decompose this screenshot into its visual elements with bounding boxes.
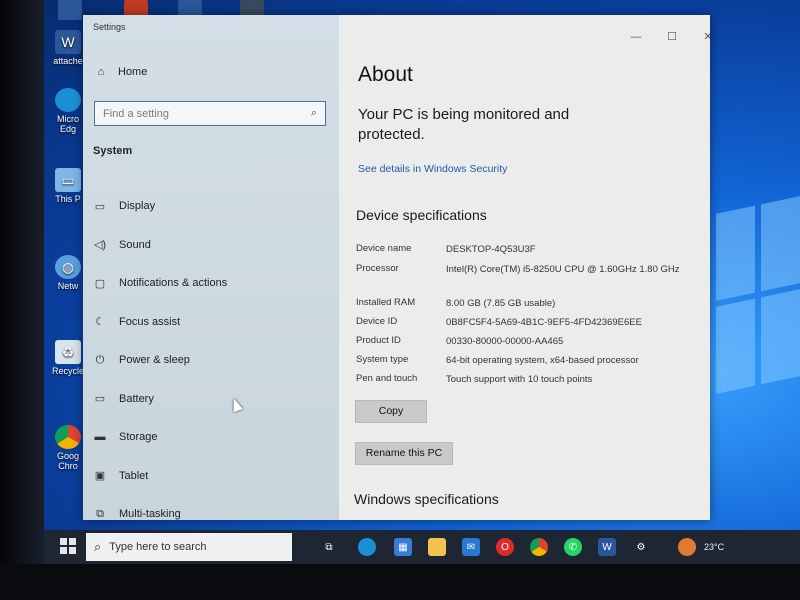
settings-window: Settings ⌂ Home ⌕ System ▭ Display ◁) So… <box>83 15 710 520</box>
settings-icon[interactable]: ⚙ <box>632 538 650 556</box>
spec-value: Intel(R) Core(TM) i5-8250U CPU @ 1.60GHz… <box>446 264 680 275</box>
power-icon: ⏻ <box>95 353 105 366</box>
copy-button[interactable]: Copy <box>355 400 427 423</box>
start-button[interactable] <box>60 538 76 554</box>
rename-pc-button[interactable]: Rename this PC <box>355 442 453 465</box>
device-specs-heading: Device specifications <box>356 207 487 223</box>
nav-item-sound[interactable]: ◁) Sound <box>93 226 323 265</box>
whatsapp-icon[interactable]: ✆ <box>564 538 582 556</box>
about-content: — ☐ ✕ About Your PC is being monitored a… <box>339 15 710 520</box>
nav-list: ▭ Display ◁) Sound ▢ Notifications & act… <box>93 187 323 520</box>
opera-icon[interactable]: O <box>496 538 514 556</box>
spec-value: DESKTOP-4Q53U3F <box>446 244 536 255</box>
desktop-icon-edge[interactable]: Micro Edg <box>50 88 86 134</box>
nav-item-battery[interactable]: ▭ Battery <box>93 380 323 419</box>
chrome-icon[interactable] <box>530 538 548 556</box>
nav-item-label: Display <box>119 200 156 213</box>
nav-item-focus-assist[interactable]: ☾ Focus assist <box>93 303 323 342</box>
network-icon: ◍ <box>55 255 81 279</box>
taskbar-search-placeholder: Type here to search <box>109 541 207 553</box>
spec-value: Touch support with 10 touch points <box>446 374 593 385</box>
chrome-icon <box>55 425 81 449</box>
multitasking-icon: ⧉ <box>96 507 104 520</box>
temperature[interactable]: 23°C <box>704 542 724 552</box>
weather-icon[interactable] <box>678 538 696 556</box>
security-status-message: Your PC is being monitored and protected… <box>358 106 570 143</box>
file-explorer-icon[interactable] <box>428 538 446 556</box>
desktop-icon-recycle-bin[interactable]: ♻ Recycle <box>50 340 86 376</box>
minimize-button[interactable]: — <box>625 29 647 45</box>
maximize-button[interactable]: ☐ <box>661 29 683 45</box>
search-input[interactable] <box>103 107 293 120</box>
start-icon <box>60 538 67 545</box>
monitor-bottom-bezel <box>0 564 800 600</box>
nav-item-power-sleep[interactable]: ⏻ Power & sleep <box>93 341 323 380</box>
nav-item-storage[interactable]: ▬ Storage <box>93 418 323 457</box>
spec-value: 8.00 GB (7.85 GB usable) <box>446 298 556 309</box>
spec-key: Device ID <box>356 316 398 327</box>
nav-item-tablet[interactable]: ▣ Tablet <box>93 457 323 496</box>
nav-home-label: Home <box>118 66 148 78</box>
spec-value: 64-bit operating system, x64-based proce… <box>446 355 639 366</box>
desktop-icon-chrome[interactable]: Goog Chro <box>50 425 86 471</box>
spec-key: System type <box>356 354 409 365</box>
word-icon[interactable]: W <box>598 538 616 556</box>
mail-icon[interactable]: ✉ <box>462 538 480 556</box>
computer-icon: ▭ <box>55 168 81 192</box>
window-title: Settings <box>93 22 126 32</box>
nav-item-label: Tablet <box>119 469 149 482</box>
spec-value: 0B8FC5F4-5A69-4B1C-9EF5-4FD42369E6EE <box>446 317 642 328</box>
spec-key: Installed RAM <box>356 297 416 308</box>
nav-item-label: Sound <box>119 238 151 251</box>
windows-security-link[interactable]: See details in Windows Security <box>358 163 507 175</box>
desktop-icon-network[interactable]: ◍ Netw <box>50 255 86 291</box>
desktop-icon-attachment[interactable]: W attache <box>50 30 86 66</box>
spec-value: 00330-80000-00000-AA465 <box>446 336 564 347</box>
storage-icon: ▬ <box>94 431 106 444</box>
edge-icon[interactable] <box>358 538 376 556</box>
home-icon: ⌂ <box>97 66 105 78</box>
close-button[interactable]: ✕ <box>697 29 710 45</box>
nav-item-multitasking[interactable]: ⧉ Multi-tasking <box>93 495 323 520</box>
nav-item-label: Notifications & actions <box>119 277 228 290</box>
recycle-bin-icon: ♻ <box>55 340 81 364</box>
task-view-icon[interactable]: ⧉ <box>320 538 338 556</box>
display-icon: ▭ <box>94 200 106 213</box>
nav-home[interactable]: ⌂ Home <box>94 65 148 79</box>
moon-icon: ☾ <box>95 316 105 329</box>
nav-item-label: Focus assist <box>119 315 181 328</box>
word-icon: W <box>55 30 81 54</box>
windows-wallpaper-logo <box>716 196 800 394</box>
speaker-icon: ◁) <box>93 239 107 252</box>
page-title: About <box>358 63 413 86</box>
desktop-icon-this-pc[interactable]: ▭ This P <box>50 168 86 204</box>
windows-specs-heading: Windows specifications <box>354 491 499 507</box>
store-icon[interactable]: ▦ <box>394 538 412 556</box>
nav-item-label: Battery <box>119 392 154 405</box>
section-label: System <box>93 145 133 157</box>
tablet-icon: ▣ <box>94 470 106 483</box>
spec-key: Device name <box>356 243 412 254</box>
taskbar: ⌕ Type here to search ⧉ ▦ ✉ O ✆ W ⚙ 23°C <box>44 530 800 564</box>
taskbar-search[interactable]: ⌕ Type here to search <box>86 533 292 561</box>
nav-item-label: Multi-tasking <box>119 508 181 520</box>
search-icon: ⌕ <box>94 539 102 554</box>
nav-item-label: Power & sleep <box>119 354 190 367</box>
word-doc-desktop-icon[interactable] <box>58 0 82 20</box>
nav-item-display[interactable]: ▭ Display <box>93 187 323 226</box>
search-icon[interactable]: ⌕ <box>311 107 317 120</box>
settings-search[interactable]: ⌕ <box>94 101 326 126</box>
spec-key: Product ID <box>356 335 401 346</box>
nav-item-label: Storage <box>119 431 158 444</box>
edge-icon <box>55 88 81 112</box>
spec-key: Processor <box>356 263 399 274</box>
nav-item-notifications[interactable]: ▢ Notifications & actions <box>93 264 323 303</box>
battery-icon: ▭ <box>94 393 106 406</box>
settings-nav-pane: Settings ⌂ Home ⌕ System ▭ Display ◁) So… <box>83 15 339 520</box>
notification-icon: ▢ <box>94 277 106 290</box>
spec-key: Pen and touch <box>356 373 418 384</box>
monitor-bezel <box>0 0 48 600</box>
